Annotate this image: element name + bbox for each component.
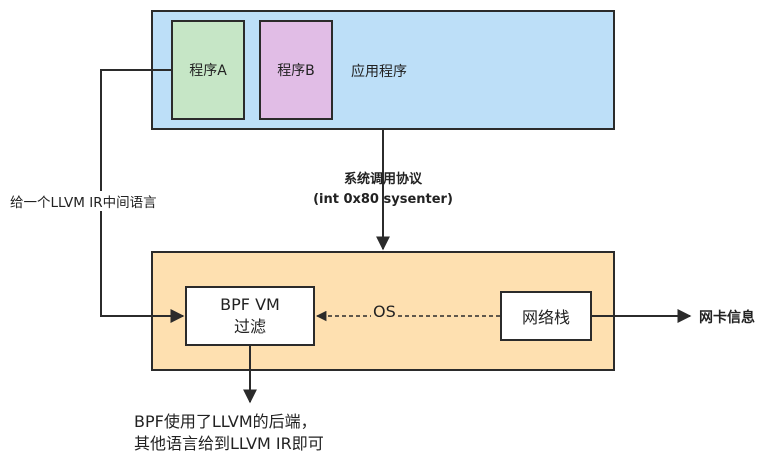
footer-line2: 其他语言给到LLVM IR即可 [134,434,324,453]
syscall-annotation: 系统调用协议 (int 0x80 sysenter) [283,170,483,210]
nic-info-label: 网卡信息 [699,310,755,326]
os-label: OS [371,302,398,321]
syscall-line1: 系统调用协议 [343,172,422,187]
connector-layer [100,69,692,404]
syscall-line2: (int 0x80 sysenter) [313,192,453,207]
llvm-ir-note: 给一个LLVM IR中间语言 [10,191,157,211]
footer-line1: BPF使用了LLVM的后端， [134,412,317,431]
footer-note: BPF使用了LLVM的后端， 其他语言给到LLVM IR即可 [134,411,324,455]
